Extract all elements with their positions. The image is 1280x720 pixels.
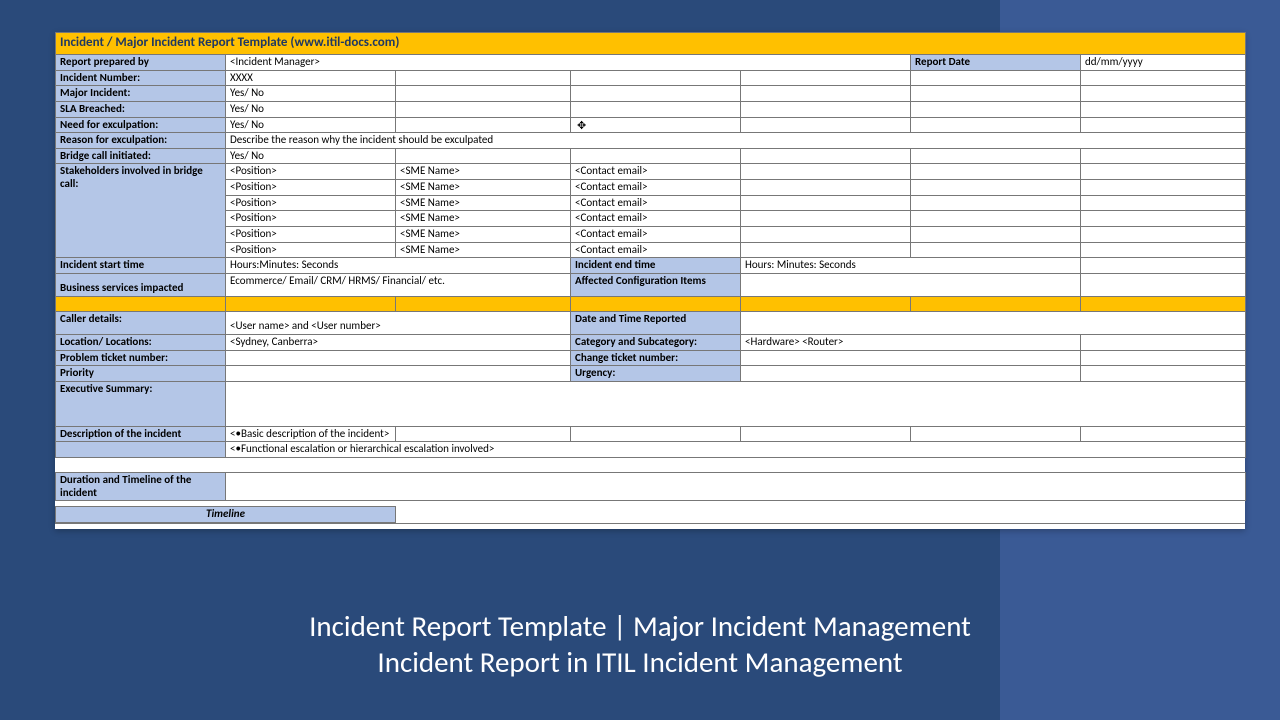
label-services: Business services impacted [56,273,226,296]
label-category: Category and Subcategory: [571,334,741,350]
label-urgency: Urgency: [571,366,741,382]
val-incident-number[interactable]: XXXX [226,70,396,86]
label-bridge-call: Bridge call initiated: [56,148,226,164]
label-caller: Caller details: [56,311,226,334]
spreadsheet-incident-template: Incident / Major Incident Report Templat… [55,32,1245,529]
stake-sme[interactable]: <SME Name> [396,226,571,242]
label-duration-timeline: Duration and Timeline of the incident [56,473,226,501]
caption-line-2: Incident Report in ITIL Incident Managem… [0,644,1280,680]
label-need-exculpation: Need for exculpation: [56,117,226,133]
label-description: Description of the incident [56,426,226,442]
val-description[interactable]: <•Basic description of the incident> [226,426,396,442]
stake-email[interactable]: <Contact email> [571,180,741,196]
label-exec-summary: Executive Summary: [56,381,226,426]
stake-email[interactable]: <Contact email> [571,195,741,211]
label-prepared-by: Report prepared by [56,54,226,70]
label-priority: Priority [56,366,226,382]
label-problem-ticket: Problem ticket number: [56,350,226,366]
label-start-time: Incident start time [56,258,226,274]
label-location: Location/ Locations: [56,334,226,350]
stake-sme[interactable]: <SME Name> [396,180,571,196]
val-major-incident[interactable]: Yes/ No [226,86,396,102]
label-sla: SLA Breached: [56,101,226,117]
stake-sme[interactable]: <SME Name> [396,164,571,180]
val-escalation[interactable]: <•Functional escalation or hierarchical … [226,442,1246,458]
stake-email[interactable]: <Contact email> [571,226,741,242]
val-report-date[interactable]: dd/mm/yyyy [1081,54,1246,70]
label-change-ticket: Change ticket number: [571,350,741,366]
val-services[interactable]: Ecommerce/ Email/ CRM/ HRMS/ Financial/ … [226,273,571,296]
stake-email[interactable]: <Contact email> [571,164,741,180]
label-aci: Affected Configuration Items [571,273,741,296]
val-end-time[interactable]: Hours: Minutes: Seconds [741,258,1081,274]
val-start-time[interactable]: Hours:Minutes: Seconds [226,258,571,274]
val-bridge-call[interactable]: Yes/ No [226,148,396,164]
val-need-exculpation[interactable]: Yes/ No [226,117,396,133]
stake-pos[interactable]: <Position> [226,195,396,211]
stake-sme[interactable]: <SME Name> [396,211,571,227]
label-date-reported: Date and Time Reported [571,311,741,334]
val-caller[interactable]: <User name> and <User number> [226,311,571,334]
stake-pos[interactable]: <Position> [226,164,396,180]
val-prepared-by[interactable]: <Incident Manager> [226,54,911,70]
stake-pos[interactable]: <Position> [226,226,396,242]
label-stakeholders: Stakeholders involved in bridge call: [56,164,226,258]
template-title: Incident / Major Incident Report Templat… [56,33,1246,55]
label-reason-exculpation: Reason for exculpation: [56,133,226,149]
val-category[interactable]: <Hardware> <Router> [741,334,1081,350]
label-incident-number: Incident Number: [56,70,226,86]
label-timeline: Timeline [56,507,396,523]
val-location[interactable]: <Sydney, Canberra> [226,334,571,350]
label-major-incident: Major Incident: [56,86,226,102]
stake-email[interactable]: <Contact email> [571,242,741,258]
val-sla[interactable]: Yes/ No [226,101,396,117]
stake-sme[interactable]: <SME Name> [396,195,571,211]
stake-email[interactable]: <Contact email> [571,211,741,227]
stake-sme[interactable]: <SME Name> [396,242,571,258]
caption-line-1: Incident Report Template | Major Inciden… [0,608,1280,644]
val-reason-exculpation[interactable]: Describe the reason why the incident sho… [226,133,1246,149]
label-report-date: Report Date [911,54,1081,70]
stake-pos[interactable]: <Position> [226,242,396,258]
stake-pos[interactable]: <Position> [226,211,396,227]
label-end-time: Incident end time [571,258,741,274]
slide-caption: Incident Report Template | Major Inciden… [0,608,1280,680]
stake-pos[interactable]: <Position> [226,180,396,196]
